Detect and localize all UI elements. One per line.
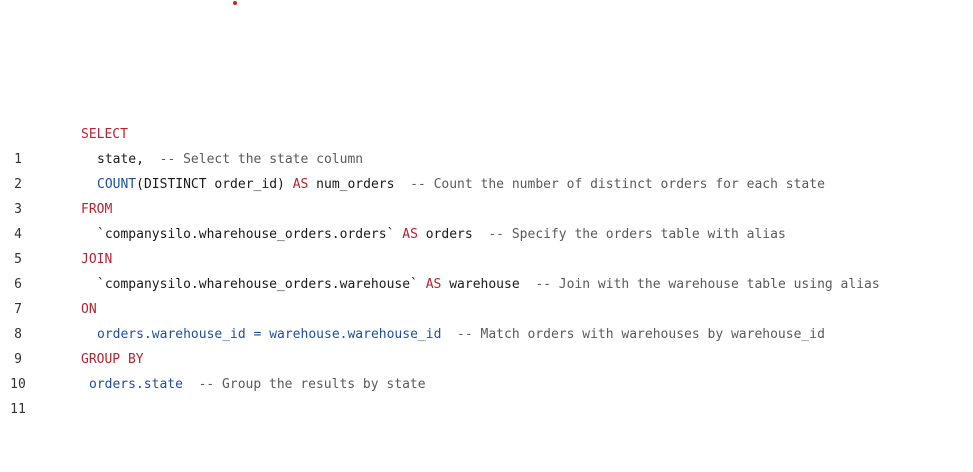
- keyword-token: AS: [402, 227, 418, 242]
- keyword-token: AS: [425, 277, 442, 292]
- code-text[interactable]: GROUP BY: [81, 347, 144, 372]
- code-text[interactable]: SELECT: [81, 122, 128, 147]
- code-line: 7 `companysilo.wharehouse_orders.warehou…: [0, 272, 973, 317]
- keyword-token: GROUP BY: [81, 352, 144, 367]
- code-line: 8 ON: [0, 297, 973, 342]
- identifier-token: warehouse: [441, 277, 536, 292]
- identifier-token: num_orders: [308, 177, 411, 192]
- keyword-token: SELECT: [81, 127, 128, 142]
- identifier-token: state,: [97, 152, 152, 167]
- comment-token: -- Select the state column: [151, 152, 364, 167]
- comment-token: -- Group the results by state: [182, 377, 426, 392]
- code-line: 3 COUNT(DISTINCT order_id) AS num_orders…: [0, 172, 973, 217]
- code-text[interactable]: `companysilo.wharehouse_orders.warehouse…: [97, 272, 880, 297]
- code-text[interactable]: state, -- Select the state column: [97, 147, 363, 172]
- comment-token: -- Specify the orders table with alias: [488, 227, 786, 242]
- column-reference-token: orders.state: [89, 377, 183, 392]
- code-line: 2 state, -- Select the state column: [0, 147, 973, 192]
- sql-code-editor[interactable]: 1 SELECT 2 state, -- Select the state co…: [0, 122, 973, 417]
- keyword-token: ON: [81, 302, 97, 317]
- comment-token: -- Match orders with warehouses by wareh…: [441, 327, 825, 342]
- code-line: 11 orders.state -- Group the results by …: [0, 372, 973, 417]
- keyword-token: AS: [292, 177, 309, 192]
- code-line: 1 SELECT: [0, 122, 973, 167]
- function-token: COUNT: [97, 177, 137, 192]
- code-text[interactable]: FROM: [81, 197, 112, 222]
- code-text[interactable]: orders.warehouse_id = warehouse.warehous…: [97, 322, 825, 347]
- comment-token: -- Count the number of distinct orders f…: [410, 177, 825, 192]
- code-line: 10 GROUP BY: [0, 347, 973, 392]
- identifier-token: orders: [417, 227, 489, 242]
- identifier-token: `companysilo.wharehouse_orders.warehouse…: [97, 277, 426, 292]
- code-line: 9 orders.warehouse_id = warehouse.wareho…: [0, 322, 973, 367]
- code-line: 5 `companysilo.wharehouse_orders.orders`…: [0, 222, 973, 267]
- keyword-token: JOIN: [81, 252, 113, 267]
- line-number: 11: [10, 402, 26, 417]
- code-line: 4 FROM: [0, 197, 973, 242]
- code-text[interactable]: orders.state -- Group the results by sta…: [89, 372, 426, 397]
- operator-token: =: [245, 327, 270, 342]
- record-indicator-dot: [233, 1, 237, 5]
- identifier-token: (DISTINCT order_id): [136, 177, 293, 192]
- code-text[interactable]: `companysilo.wharehouse_orders.orders` A…: [97, 222, 786, 247]
- code-text[interactable]: ON: [81, 297, 97, 322]
- column-reference-token: warehouse.warehouse_id: [269, 327, 442, 342]
- keyword-token: FROM: [81, 202, 113, 217]
- column-reference-token: orders.warehouse_id: [97, 327, 246, 342]
- identifier-token: `companysilo.wharehouse_orders.orders`: [97, 227, 403, 242]
- code-line: 6 JOIN: [0, 247, 973, 292]
- comment-token: -- Join with the warehouse table using a…: [535, 277, 880, 292]
- code-text[interactable]: JOIN: [81, 247, 112, 272]
- code-text[interactable]: COUNT(DISTINCT order_id) AS num_orders -…: [97, 172, 825, 197]
